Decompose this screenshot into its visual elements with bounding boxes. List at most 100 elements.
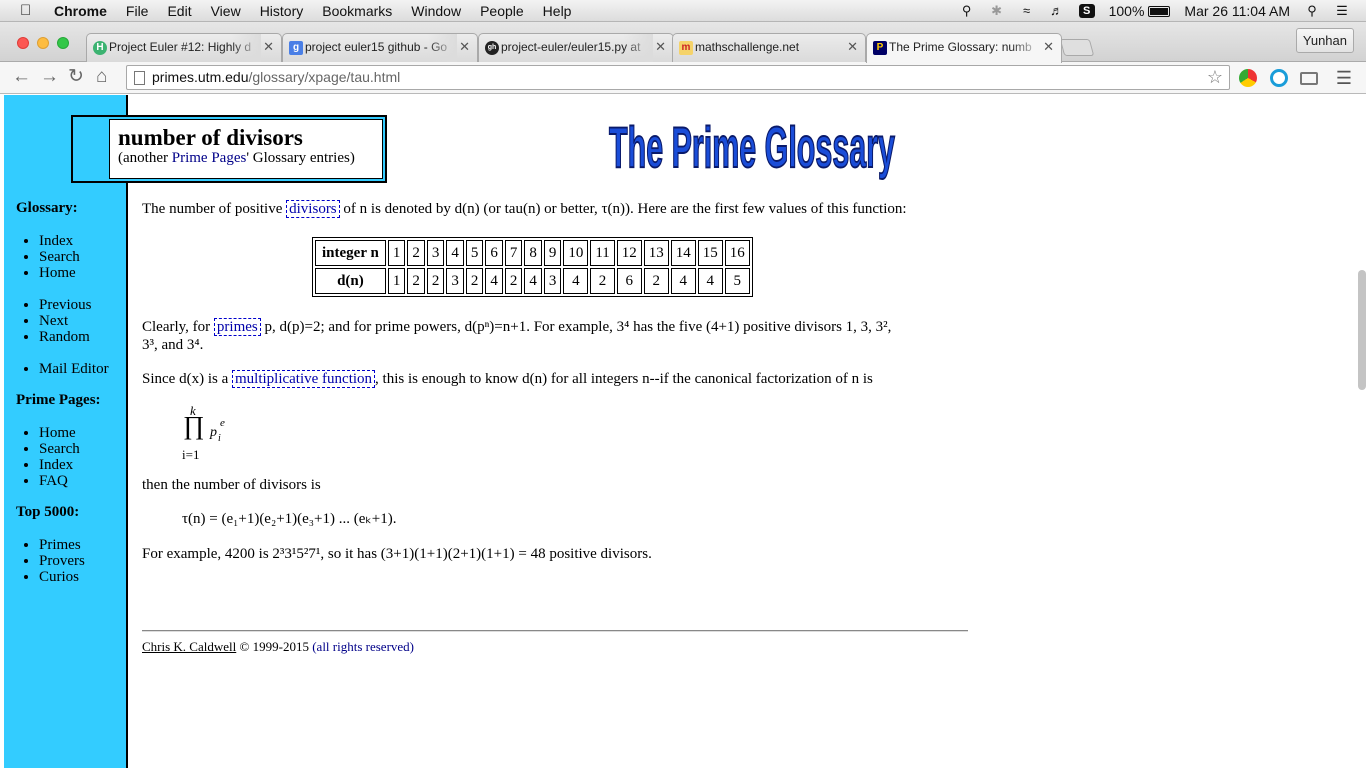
paragraph-multiplicative: Since d(x) is a multiplicative function,… [142, 370, 873, 388]
sidebar-item-primes[interactable]: Primes [39, 537, 85, 553]
sidebar-item-pp-index[interactable]: Index [39, 457, 80, 473]
table-row: integer n 1234 5678 9 10 11 12 13 14 15 16 [315, 240, 750, 266]
glossary-links: Index Search Home [39, 233, 80, 281]
zoom-window-button[interactable] [57, 37, 69, 49]
chrome-menu-icon[interactable]: ☰ [1336, 68, 1352, 89]
close-tab-icon[interactable]: ✕ [1043, 39, 1054, 55]
menu-bookmarks[interactable]: Bookmarks [322, 3, 392, 19]
nav-links: Previous Next Random [39, 297, 92, 345]
clock[interactable]: Mar 26 11:04 AM [1184, 3, 1290, 19]
wifi-icon[interactable]: ≈ [1019, 4, 1035, 18]
sidebar-item-mail-editor[interactable]: Mail Editor [39, 361, 109, 377]
author-link[interactable]: Chris K. Caldwell [142, 639, 236, 654]
notification-center-icon[interactable]: ☰ [1334, 4, 1350, 18]
sidebar-heading-prime-pages: Prime Pages: [16, 392, 101, 408]
extension-swirl-icon[interactable] [1270, 69, 1288, 87]
primes-link[interactable]: primes [213, 318, 261, 336]
sidebar-item-provers[interactable]: Provers [39, 553, 85, 569]
back-arrow-icon[interactable]: ← [12, 67, 31, 87]
sidebar-heading-top5000: Top 5000: [16, 504, 80, 520]
top5000-links: Primes Provers Curios [39, 537, 85, 585]
page-subtitle: (another Prime Pages' Glossary entries) [118, 150, 355, 166]
close-tab-icon[interactable]: ✕ [847, 39, 858, 55]
page-scrollbar[interactable] [1358, 270, 1366, 390]
close-tab-icon[interactable]: ✕ [263, 39, 274, 55]
tab-google-search[interactable]: g project euler15 github - Go ✕ [282, 33, 478, 62]
close-tab-icon[interactable]: ✕ [459, 39, 470, 55]
menu-people[interactable]: People [480, 3, 524, 19]
menu-help[interactable]: Help [543, 3, 572, 19]
bluetooth-icon[interactable]: ✱ [989, 4, 1005, 18]
apple-menu-icon[interactable]:  [20, 2, 31, 19]
github-favicon-icon: gh [485, 41, 499, 55]
sidebar-heading-glossary: Glossary: [16, 200, 78, 216]
sidebar-item-next[interactable]: Next [39, 313, 92, 329]
macos-menubar:  Chrome File Edit View History Bookmark… [0, 0, 1366, 22]
sidebar-item-previous[interactable]: Previous [39, 297, 92, 313]
menu-view[interactable]: View [211, 3, 241, 19]
paragraph-example: For example, 4200 is 2³3¹5²7¹, so it has… [142, 546, 652, 562]
menu-file[interactable]: File [126, 3, 149, 19]
rights-link[interactable]: (all rights reserved) [312, 639, 414, 654]
sidebar-item-home[interactable]: Home [39, 265, 80, 281]
new-tab-button[interactable] [1059, 39, 1095, 56]
product-formula: k ∏ i=1 p i e [182, 403, 225, 462]
menu-window[interactable]: Window [411, 3, 461, 19]
sidebar-item-curios[interactable]: Curios [39, 569, 85, 585]
tab-github[interactable]: gh project-euler/euler15.py at ✕ [478, 33, 674, 62]
sidebar-item-pp-faq[interactable]: FAQ [39, 473, 80, 489]
footer: Chris K. Caldwell © 1999-2015 (all right… [142, 639, 415, 654]
extension-color-icon[interactable] [1239, 69, 1257, 87]
web-page: Glossary: Index Search Home Previous Nex… [0, 95, 1366, 768]
tab-strip: H Project Euler #12: Highly d ✕ g projec… [0, 22, 1366, 63]
home-icon[interactable]: ⌂ [96, 67, 107, 87]
prime-pages-links: Home Search Index FAQ [39, 425, 80, 489]
sidebar-item-pp-home[interactable]: Home [39, 425, 80, 441]
close-window-button[interactable] [17, 37, 29, 49]
battery-percent: 100% [1108, 3, 1145, 19]
row-header-n: integer n [315, 240, 386, 266]
prime-glossary-logo[interactable]: The Prime Glossary [604, 107, 900, 191]
menu-history[interactable]: History [260, 3, 304, 19]
footer-divider [142, 630, 968, 632]
bookmark-star-icon[interactable]: ☆ [1207, 66, 1223, 89]
close-tab-icon[interactable]: ✕ [655, 39, 666, 55]
divisors-link[interactable]: divisors [286, 200, 340, 218]
menu-app-name[interactable]: Chrome [54, 3, 107, 19]
battery-icon[interactable] [1148, 5, 1171, 17]
multiplicative-function-link[interactable]: multiplicative function [231, 370, 376, 388]
left-sidebar: Glossary: Index Search Home Previous Nex… [4, 95, 128, 768]
address-bar[interactable]: primes.utm.edu/glossary/xpage/tau.html ☆ [126, 65, 1230, 90]
table-row: d(n) 1223 2424 3426 2445 [315, 268, 750, 294]
row-header-dn: d(n) [315, 268, 386, 294]
tab-project-euler[interactable]: H Project Euler #12: Highly d ✕ [86, 33, 282, 62]
prime-pages-link[interactable]: Prime Pages [172, 150, 247, 166]
sidebar-item-random[interactable]: Random [39, 329, 92, 345]
spotlight-search-icon[interactable]: ⚲ [1304, 4, 1320, 18]
status-area: ⚲ ✱ ≈ ♬ S 100% Mar 26 11:04 AM ⚲ ☰ [945, 3, 1350, 19]
reload-icon[interactable]: ↻ [68, 67, 84, 87]
minimize-window-button[interactable] [37, 37, 49, 49]
sidebar-item-search[interactable]: Search [39, 249, 80, 265]
paragraph-intro: The number of positive divisors of n is … [142, 200, 907, 218]
cast-icon[interactable] [1300, 72, 1318, 85]
mathschallenge-favicon-icon: m [679, 41, 693, 55]
profile-button[interactable]: Yunhan [1295, 28, 1354, 53]
menu-edit[interactable]: Edit [167, 3, 191, 19]
google-favicon-icon: g [289, 41, 303, 55]
paragraph-primes: Clearly, for primes p, d(p)=2; and for p… [142, 318, 892, 353]
forward-arrow-icon[interactable]: → [40, 67, 59, 87]
volume-icon[interactable]: ♬ [1049, 4, 1065, 18]
tab-prime-glossary[interactable]: P The Prime Glossary: numb ✕ [866, 33, 1062, 63]
paragraph-then: then the number of divisors is [142, 477, 321, 493]
prime-pages-favicon-icon: P [873, 41, 887, 55]
page-icon [134, 71, 145, 85]
glossary-title-box: number of divisors (another Prime Pages'… [71, 115, 387, 183]
tab-mathschallenge[interactable]: m mathschallenge.net ✕ [672, 33, 866, 62]
sidebar-item-index[interactable]: Index [39, 233, 80, 249]
sidebar-item-pp-search[interactable]: Search [39, 441, 80, 457]
skype-icon[interactable]: S [1078, 4, 1095, 18]
project-euler-favicon-icon: H [93, 41, 107, 55]
magnifier-status-icon[interactable]: ⚲ [959, 4, 975, 18]
svg-text:The Prime Glossary: The Prime Glossary [609, 116, 895, 180]
